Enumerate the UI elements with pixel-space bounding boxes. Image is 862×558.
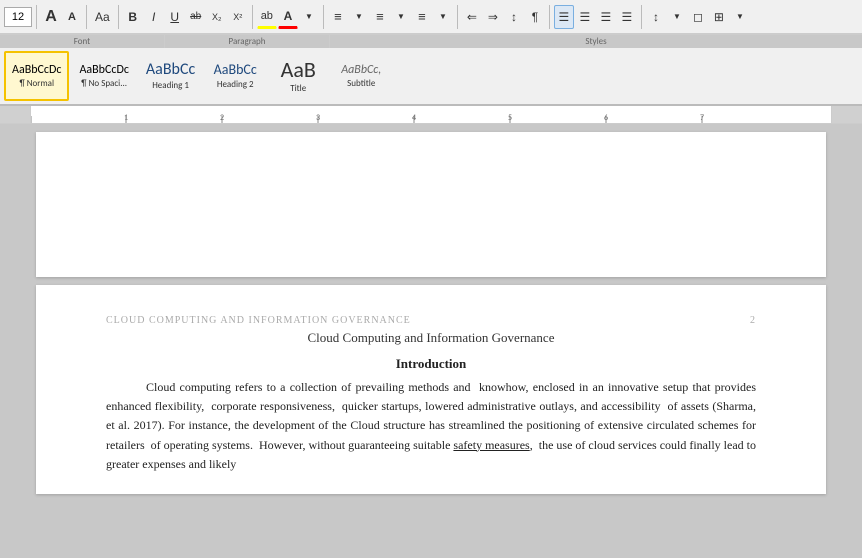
underline-button[interactable]: U xyxy=(165,5,185,29)
subscript-button[interactable]: X₂ xyxy=(207,5,227,29)
page-header: CLOUD COMPUTING AND INFORMATION GOVERNAN… xyxy=(106,315,756,326)
style-normal-label: ¶ Normal xyxy=(19,78,54,89)
align-center-button[interactable]: ☰ xyxy=(575,5,595,29)
separator xyxy=(252,5,253,29)
multilevel-dropdown[interactable]: ▼ xyxy=(433,5,453,29)
show-marks-button[interactable]: ¶ xyxy=(525,5,545,29)
page-top xyxy=(36,132,826,277)
separator xyxy=(323,5,324,29)
paragraph-label: Paragraph xyxy=(165,35,330,48)
shrink-font-button[interactable]: A xyxy=(62,5,82,29)
increase-indent-button[interactable]: ⇒ xyxy=(483,5,503,29)
separator xyxy=(641,5,642,29)
page-number: 2 xyxy=(750,315,756,326)
page-main: CLOUD COMPUTING AND INFORMATION GOVERNAN… xyxy=(36,285,826,494)
shading-button[interactable]: ◻ xyxy=(688,5,708,29)
font-color-dropdown[interactable]: ▼ xyxy=(299,5,319,29)
style-h1-label: Heading 1 xyxy=(152,80,189,91)
style-nospacing-preview: AaBbCcDc xyxy=(79,64,128,76)
document-body[interactable]: Cloud computing refers to a collection o… xyxy=(106,378,756,474)
line-spacing-dropdown[interactable]: ▼ xyxy=(667,5,687,29)
separator xyxy=(549,5,550,29)
document-area: CLOUD COMPUTING AND INFORMATION GOVERNAN… xyxy=(0,124,862,558)
superscript-button[interactable]: X² xyxy=(228,5,248,29)
separator xyxy=(36,5,37,29)
italic-button[interactable]: I xyxy=(144,5,164,29)
style-h2-label: Heading 2 xyxy=(217,79,254,90)
grow-font-button[interactable]: A xyxy=(41,5,61,29)
bullets-dropdown[interactable]: ▼ xyxy=(349,5,369,29)
page-header-title: CLOUD COMPUTING AND INFORMATION GOVERNAN… xyxy=(106,315,411,326)
separator xyxy=(457,5,458,29)
style-nospacing-label: ¶ No Spaci... xyxy=(81,78,127,89)
sort-button[interactable]: ↕ xyxy=(504,5,524,29)
document-intro-heading: Introduction xyxy=(106,356,756,372)
borders-button[interactable]: ⊞ xyxy=(709,5,729,29)
bullets-button[interactable]: ≡ xyxy=(328,5,348,29)
numbering-button[interactable]: ≡ xyxy=(370,5,390,29)
line-spacing-button[interactable]: ↕ xyxy=(646,5,666,29)
style-title-preview: AaB xyxy=(281,59,316,81)
font-label: Font xyxy=(0,35,165,48)
underline-text: safety measures xyxy=(453,438,529,452)
text-color-button[interactable]: A xyxy=(278,5,298,29)
styles-panel: AaBbCcDc ¶ Normal AaBbCcDc ¶ No Spaci...… xyxy=(0,48,862,106)
justify-button[interactable]: ☰ xyxy=(617,5,637,29)
ruler: 1 2 3 4 5 6 7 xyxy=(0,106,862,124)
toolbar-font-row: A A Aa B I U ab X₂ X² ab A ▼ ≡ ▼ ≡ ▼ ≡ ▼… xyxy=(0,0,862,34)
style-h2-preview: AaBbCc xyxy=(214,63,257,77)
ribbon-labels: Font Paragraph Styles xyxy=(0,34,862,48)
document-title[interactable]: Cloud Computing and Information Governan… xyxy=(106,330,756,346)
borders-dropdown[interactable]: ▼ xyxy=(730,5,750,29)
style-h1-preview: AaBbCc xyxy=(146,62,195,78)
decrease-indent-button[interactable]: ⇐ xyxy=(462,5,482,29)
styles-label: Styles xyxy=(330,35,862,48)
style-subtitle-label: Subtitle xyxy=(347,78,375,89)
style-normal[interactable]: AaBbCcDc ¶ Normal xyxy=(4,51,69,101)
style-heading1[interactable]: AaBbCc Heading 1 xyxy=(139,51,202,101)
align-right-button[interactable]: ☰ xyxy=(596,5,616,29)
body-paragraph: Cloud computing refers to a collection o… xyxy=(106,378,756,474)
clear-format-button[interactable]: Aa xyxy=(91,5,114,29)
font-size-input[interactable] xyxy=(4,7,32,27)
style-heading2[interactable]: AaBbCc Heading 2 xyxy=(205,51,265,101)
style-normal-preview: AaBbCcDc xyxy=(12,64,61,76)
multilevel-button[interactable]: ≡ xyxy=(412,5,432,29)
separator xyxy=(118,5,119,29)
style-no-spacing[interactable]: AaBbCcDc ¶ No Spaci... xyxy=(72,51,135,101)
separator xyxy=(86,5,87,29)
style-subtitle-preview: AaBbCc, xyxy=(341,64,381,76)
bold-button[interactable]: B xyxy=(123,5,143,29)
ruler-inner: 1 2 3 4 5 6 7 xyxy=(30,106,832,123)
text-highlight-button[interactable]: ab xyxy=(257,5,277,29)
style-title[interactable]: AaB Title xyxy=(268,51,328,101)
strikethrough-button[interactable]: ab xyxy=(186,5,206,29)
style-title-label: Title xyxy=(290,83,306,94)
align-left-button[interactable]: ☰ xyxy=(554,5,574,29)
style-subtitle[interactable]: AaBbCc, Subtitle xyxy=(331,51,391,101)
numbering-dropdown[interactable]: ▼ xyxy=(391,5,411,29)
